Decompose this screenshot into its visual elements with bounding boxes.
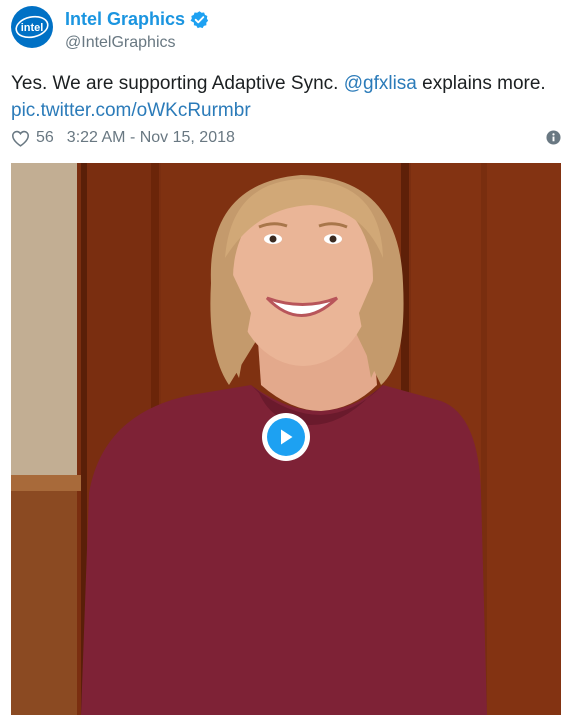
display-name[interactable]: Intel Graphics xyxy=(65,8,185,30)
account-handle[interactable]: @IntelGraphics xyxy=(65,33,176,53)
tweet-text-part: explains more. xyxy=(416,73,546,94)
avatar-logo-text: intel xyxy=(21,22,44,34)
verified-badge-icon xyxy=(190,10,209,28)
play-icon xyxy=(281,429,293,445)
play-button-inner xyxy=(267,418,305,456)
avatar[interactable]: intel xyxy=(11,6,53,48)
tweet-meta: 56 3:22 AM - Nov 15, 2018 xyxy=(11,128,566,148)
video-player[interactable] xyxy=(11,163,561,715)
heart-icon[interactable] xyxy=(11,130,30,147)
tweet-text-part: Yes. We are supporting Adaptive Sync. xyxy=(11,73,344,94)
intel-logo-icon: intel xyxy=(15,15,49,39)
like-count[interactable]: 56 xyxy=(36,129,54,147)
info-icon[interactable] xyxy=(546,130,561,145)
tweet-card: intel Intel Graphics @IntelGraphics Yes.… xyxy=(0,0,577,724)
media-link[interactable]: pic.twitter.com/oWKcRurmbr xyxy=(11,100,251,121)
timestamp[interactable]: 3:22 AM - Nov 15, 2018 xyxy=(67,129,235,147)
play-button[interactable] xyxy=(262,413,310,461)
tweet-text: Yes. We are supporting Adaptive Sync. @g… xyxy=(11,70,566,124)
mention-link[interactable]: @gfxlisa xyxy=(344,73,417,94)
display-name-row: Intel Graphics xyxy=(65,8,209,30)
